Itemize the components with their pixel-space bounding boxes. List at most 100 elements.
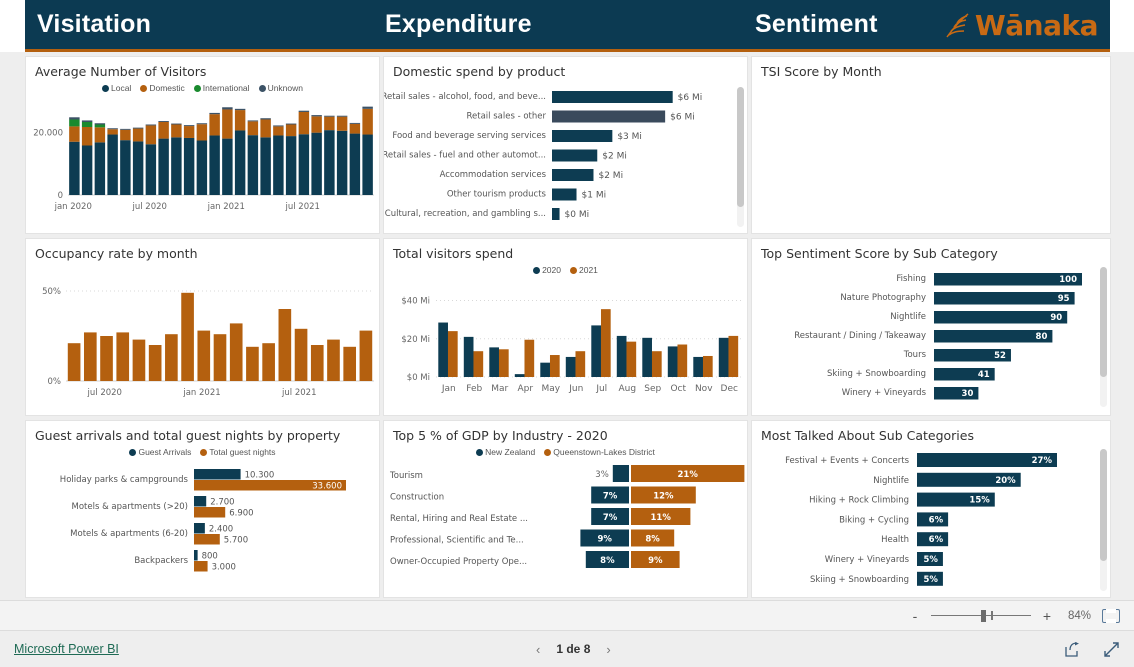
legend-visitors: Local Domestic International Unknown bbox=[26, 83, 379, 93]
chart-tsi-score[interactable] bbox=[752, 79, 1111, 229]
svg-text:9%: 9% bbox=[648, 556, 663, 566]
card-title: Total visitors spend bbox=[393, 246, 514, 261]
svg-text:41: 41 bbox=[978, 370, 990, 380]
legend-item-guest-arrivals[interactable]: Guest Arrivals bbox=[129, 447, 191, 457]
fullscreen-icon[interactable] bbox=[1103, 641, 1120, 658]
chart-sentiment-score[interactable]: Fishing 100 Nature Photography 95 Nightlife 9… bbox=[752, 264, 1097, 414]
svg-text:3.000: 3.000 bbox=[212, 563, 236, 573]
svg-text:Festival + Events + Concerts: Festival + Events + Concerts bbox=[785, 456, 909, 466]
svg-text:Jul: Jul bbox=[595, 384, 607, 394]
chart-most-talked-about[interactable]: Festival + Events + Concerts 27% Nightlife… bbox=[752, 446, 1097, 596]
zoom-toolbar: - + 84% bbox=[0, 600, 1134, 630]
microsoft-power-bi-link[interactable]: Microsoft Power BI bbox=[14, 642, 119, 656]
svg-text:Skiing + Snowboarding: Skiing + Snowboarding bbox=[827, 369, 926, 379]
scrollbar-talked[interactable] bbox=[1100, 449, 1107, 591]
legend-item-unknown[interactable]: Unknown bbox=[258, 83, 303, 93]
svg-text:0%: 0% bbox=[48, 377, 62, 387]
next-page-icon[interactable]: › bbox=[606, 642, 610, 657]
card-title: Guest arrivals and total guest nights by… bbox=[35, 428, 341, 443]
legend-label: Guest Arrivals bbox=[138, 447, 192, 457]
svg-text:7%: 7% bbox=[603, 513, 618, 523]
zoom-in-button[interactable]: + bbox=[1042, 608, 1052, 624]
svg-text:Accommodation services: Accommodation services bbox=[440, 170, 547, 180]
legend-gdp: New Zealand Queenstown-Lakes District bbox=[384, 447, 747, 457]
zoom-out-button[interactable]: - bbox=[910, 608, 920, 624]
svg-text:33.600: 33.600 bbox=[312, 482, 342, 492]
legend-label: Domestic bbox=[149, 83, 185, 93]
legend-item-local[interactable]: Local bbox=[102, 83, 131, 93]
svg-text:$0 Mi: $0 Mi bbox=[407, 373, 430, 383]
card-guest-arrivals[interactable]: Guest arrivals and total guest nights by… bbox=[25, 420, 380, 598]
card-title: Occupancy rate by month bbox=[35, 246, 198, 261]
header-title-visitation: Visitation bbox=[37, 10, 152, 38]
svg-text:jul 2020: jul 2020 bbox=[87, 388, 122, 398]
svg-text:Aug: Aug bbox=[618, 384, 636, 394]
chart-domestic-spend[interactable]: Retail sales - alcohol, food, and beve..… bbox=[384, 82, 729, 232]
legend-item-new-zealand[interactable]: New Zealand bbox=[476, 447, 535, 457]
svg-text:Rental, Hiring and Real Estate: Rental, Hiring and Real Estate ... bbox=[390, 514, 528, 524]
legend-item-domestic[interactable]: Domestic bbox=[140, 83, 185, 93]
fit-to-page-icon[interactable] bbox=[1102, 608, 1120, 623]
legend-total-spend: 2020 2021 bbox=[384, 265, 747, 275]
scrollbar-sentiment[interactable] bbox=[1100, 267, 1107, 407]
svg-text:52: 52 bbox=[994, 351, 1006, 361]
card-title: Domestic spend by product bbox=[393, 64, 566, 79]
card-top5-gdp-by-industry[interactable]: Top 5 % of GDP by Industry - 2020 New Ze… bbox=[383, 420, 748, 598]
svg-text:Skiing + Snowboarding: Skiing + Snowboarding bbox=[810, 575, 909, 585]
svg-text:$3 Mi: $3 Mi bbox=[617, 132, 642, 142]
svg-text:Jun: Jun bbox=[568, 384, 583, 394]
card-occupancy-rate-by-month[interactable]: Occupancy rate by month 50% 0% jul 2020 jan… bbox=[25, 238, 380, 416]
legend-item-total-guest-nights[interactable]: Total guest nights bbox=[200, 447, 276, 457]
legend-item-2020[interactable]: 2020 bbox=[533, 265, 561, 275]
svg-text:3%: 3% bbox=[595, 470, 609, 480]
svg-text:5.700: 5.700 bbox=[224, 536, 248, 546]
scrollbar-domestic-spend[interactable] bbox=[737, 87, 744, 227]
svg-text:20%: 20% bbox=[995, 476, 1016, 486]
share-icon[interactable] bbox=[1064, 641, 1081, 658]
svg-text:$0 Mi: $0 Mi bbox=[565, 210, 590, 220]
svg-text:jul 2021: jul 2021 bbox=[281, 388, 316, 398]
wanaka-logo-text: Wānaka bbox=[974, 8, 1099, 42]
page-navigation: ‹ 1 de 8 › bbox=[536, 642, 611, 657]
svg-text:Restaurant / Dining / Takeaway: Restaurant / Dining / Takeaway bbox=[794, 331, 926, 341]
svg-text:6%: 6% bbox=[929, 535, 944, 545]
svg-text:Nightlife: Nightlife bbox=[890, 312, 926, 322]
card-title: Top 5 % of GDP by Industry - 2020 bbox=[393, 428, 608, 443]
legend-label: Queenstown-Lakes District bbox=[553, 447, 655, 457]
svg-text:jul 2020: jul 2020 bbox=[132, 202, 167, 212]
chart-guest-arrivals[interactable]: Holiday parks & campgrounds 10.300 33.600 M… bbox=[26, 461, 380, 591]
svg-text:$6 Mi: $6 Mi bbox=[670, 113, 695, 123]
chart-total-visitors-spend[interactable]: $0 Mi $20 Mi $40 Mi Jan Feb Mar Apr May Jun Jul Au… bbox=[384, 277, 748, 412]
svg-text:Food and beverage serving serv: Food and beverage serving services bbox=[392, 131, 546, 141]
chart-visitors[interactable]: 0 20.000 jan 2020 jul 2020 jan 2021 jul 2021 bbox=[26, 95, 380, 225]
card-total-visitors-spend[interactable]: Total visitors spend 2020 2021 $0 Mi $20 … bbox=[383, 238, 748, 416]
svg-text:Holiday parks & campgrounds: Holiday parks & campgrounds bbox=[60, 475, 189, 485]
card-most-talked-about-sub-categories[interactable]: Most Talked About Sub Categories Festiva… bbox=[751, 420, 1111, 598]
card-top-sentiment-score[interactable]: Top Sentiment Score by Sub Category Fish… bbox=[751, 238, 1111, 416]
legend-item-2021[interactable]: 2021 bbox=[570, 265, 598, 275]
legend-item-international[interactable]: International bbox=[193, 83, 250, 93]
legend-item-queenstown-lakes[interactable]: Queenstown-Lakes District bbox=[544, 447, 655, 457]
card-tsi-score-by-month[interactable]: TSI Score by Month bbox=[751, 56, 1111, 234]
previous-page-icon[interactable]: ‹ bbox=[536, 642, 540, 657]
legend-label: Total guest nights bbox=[209, 447, 276, 457]
card-title: Top Sentiment Score by Sub Category bbox=[761, 246, 998, 261]
svg-text:15%: 15% bbox=[969, 496, 990, 506]
svg-text:Oct: Oct bbox=[670, 384, 686, 394]
card-average-number-of-visitors[interactable]: Average Number of Visitors Local Domesti… bbox=[25, 56, 380, 234]
svg-text:0: 0 bbox=[58, 191, 63, 201]
zoom-slider[interactable] bbox=[931, 609, 1031, 622]
legend-label: 2020 bbox=[542, 265, 561, 275]
chart-gdp-by-industry[interactable]: Tourism 3% 21% Construction 7% 12% Rental, Hir… bbox=[384, 459, 748, 589]
svg-text:9%: 9% bbox=[597, 535, 612, 545]
svg-text:Health: Health bbox=[881, 535, 909, 545]
svg-text:Jan: Jan bbox=[441, 384, 456, 394]
zoom-slider-knob[interactable] bbox=[981, 609, 986, 622]
chart-occupancy[interactable]: 50% 0% jul 2020 jan 2021 jul 2021 bbox=[26, 263, 380, 416]
svg-text:21%: 21% bbox=[678, 470, 699, 480]
svg-text:8%: 8% bbox=[645, 535, 660, 545]
legend-label: Local bbox=[111, 83, 132, 93]
fern-mark-icon bbox=[946, 13, 969, 38]
card-domestic-spend-by-product[interactable]: Domestic spend by product Retail sales -… bbox=[383, 56, 748, 234]
svg-text:8%: 8% bbox=[600, 556, 615, 566]
